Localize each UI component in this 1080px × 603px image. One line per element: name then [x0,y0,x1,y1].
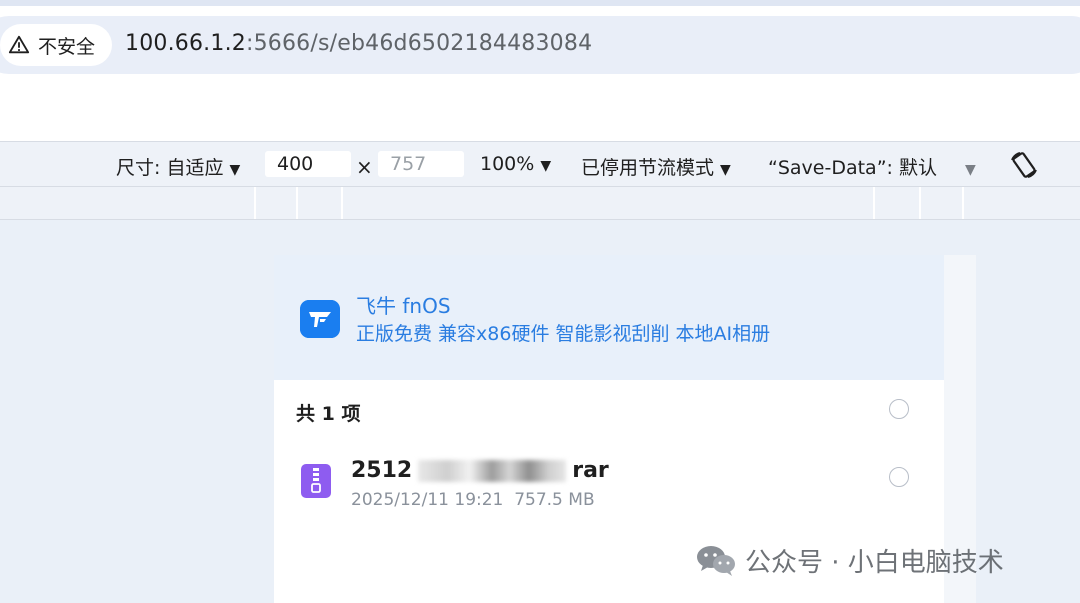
height-input[interactable]: 757 [378,151,464,177]
caret-down-icon: ▼ [540,158,552,174]
file-select-radio[interactable] [889,467,909,487]
throttling-label: 已停用节流模式 [581,157,715,179]
banner-title: 飞牛 fnOS [356,294,451,318]
file-list-item[interactable]: 2512 rar 2025/12/11 19:21 757.5 MB [274,450,944,520]
file-meta: 2025/12/11 19:21 757.5 MB [351,490,595,510]
throttling-dropdown[interactable]: 已停用节流模式 ▼ [581,153,731,180]
dimensions-label: 尺寸: 自适应 [116,157,224,179]
zoom-label: 100% [480,153,535,175]
media-query-ruler [0,187,1080,220]
dimensions-dropdown[interactable]: 尺寸: 自适应 ▼ [116,153,240,180]
window-top-strip [0,0,1080,6]
file-name-suffix: rar [572,458,609,483]
watermark-text: 公众号 · 小白电脑技术 [745,547,1004,578]
security-label: 不安全 [38,35,96,58]
zip-file-icon [301,464,331,498]
rotate-icon[interactable] [1008,150,1040,180]
item-count-label: 共 1 项 [296,403,361,425]
save-data-label: “Save-Data”: 默认 [768,157,937,179]
ruler-tick [919,187,921,219]
caret-down-icon: ▼ [229,162,241,178]
file-date: 2025/12/11 19:21 [351,490,504,510]
file-name-prefix: 2512 [351,458,413,483]
watermark: 公众号 · 小白电脑技术 [695,540,1004,580]
security-chip[interactable]: 不安全 [0,24,112,66]
times-symbol: × [356,155,373,179]
ruler-tick [873,187,875,219]
warning-icon [8,35,30,54]
redacted-blur [418,460,567,482]
ruler-tick [254,187,256,219]
file-name[interactable]: 2512 rar [351,458,609,483]
caret-down-icon: ▼ [720,162,731,178]
fnos-banner[interactable]: 飞牛 fnOS 正版免费 兼容x86硬件 智能影视刮削 本地AI相册 [274,255,944,380]
banner-subtitle: 正版免费 兼容x86硬件 智能影视刮削 本地AI相册 [356,323,771,345]
file-size: 757.5 MB [514,490,595,510]
caret-down-icon: ▼ [965,162,976,178]
url-path: :5666/s/eb46d6502184483084 [245,31,593,56]
url-host: 100.66.1.2 [125,31,246,56]
wechat-icon [697,546,735,576]
select-all-radio[interactable] [889,399,909,419]
zoom-dropdown[interactable]: 100% ▼ [480,153,551,175]
ruler-tick [962,187,964,219]
fnos-logo-icon [300,300,340,338]
save-data-dropdown[interactable]: “Save-Data”: 默认 ▼ [768,153,976,180]
url-text[interactable]: 100.66.1.2:5666/s/eb46d6502184483084 [125,31,592,56]
ruler-tick [296,187,298,219]
ruler-tick [341,187,343,219]
width-input[interactable]: 400 [265,151,351,177]
